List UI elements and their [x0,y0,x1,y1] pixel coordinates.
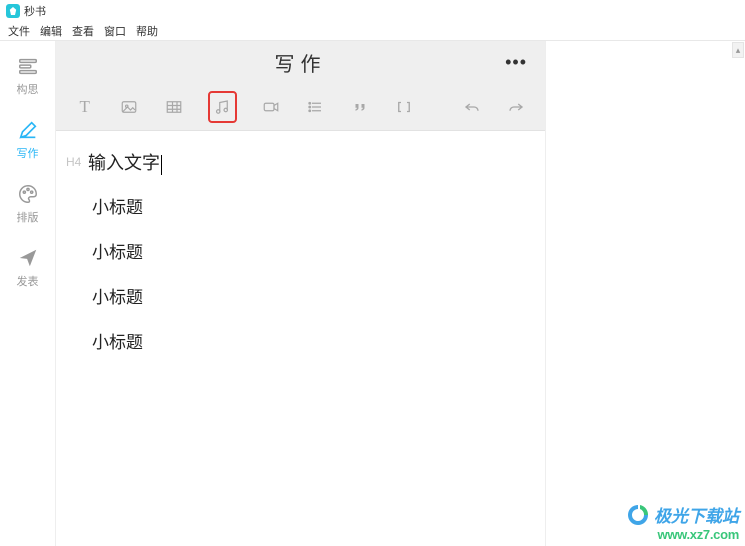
content-subline[interactable]: 小标题 [92,193,535,218]
toolbar-music-button[interactable] [208,91,238,123]
app-logo-icon [6,4,20,18]
outline-icon [17,55,39,77]
editor-content[interactable]: H4 输入文字 小标题 小标题 小标题 小标题 [56,131,545,391]
menu-window[interactable]: 窗口 [104,23,126,39]
text-cursor [161,155,162,175]
video-icon [262,98,280,116]
content-first-text[interactable]: 输入文字 [88,149,162,175]
app-body: 构思 写作 排版 发表 写作 ••• T [0,40,745,546]
watermark-title: 极光下载站 [654,502,739,527]
editor-toolbar: T [56,83,545,131]
content-subline[interactable]: 小标题 [92,283,535,308]
editor-header: 写作 ••• [56,41,545,83]
h4-badge: H4 [66,155,82,169]
palette-icon [17,183,39,205]
more-button[interactable]: ••• [505,52,527,73]
sidebar-item-label: 排版 [17,209,39,225]
content-subline[interactable]: 小标题 [92,238,535,263]
toolbar-video-button[interactable] [260,94,282,120]
sidebar-item-write[interactable]: 写作 [17,119,39,161]
menu-file[interactable]: 文件 [8,23,30,39]
send-icon [17,247,39,269]
sidebar-item-layout[interactable]: 排版 [17,183,39,225]
toolbar-bracket-button[interactable] [394,94,416,120]
undo-icon [463,98,481,116]
watermark-logo-icon [626,503,650,527]
music-icon [213,98,231,116]
table-icon [165,98,183,116]
sidebar-item-label: 写作 [17,145,39,161]
toolbar-text-button[interactable]: T [74,94,96,120]
sidebar-item-idea[interactable]: 构思 [17,55,39,97]
toolbar-quote-button[interactable] [349,94,371,120]
redo-icon [507,98,525,116]
quote-icon [351,98,369,116]
menu-edit[interactable]: 编辑 [40,23,62,39]
pencil-icon [17,119,39,141]
toolbar-redo-button[interactable] [506,94,528,120]
menu-help[interactable]: 帮助 [136,23,158,39]
watermark: 极光下载站 www.xz7.com [626,502,739,542]
content-subline[interactable]: 小标题 [92,328,535,353]
menu-view[interactable]: 查看 [72,23,94,39]
sidebar-item-label: 发表 [17,273,39,289]
toolbar-list-button[interactable] [305,94,327,120]
editor-title: 写作 [275,48,327,77]
toolbar-undo-button[interactable] [461,94,483,120]
main-area: 写作 ••• T [56,41,745,546]
sidebar-item-label: 构思 [17,81,39,97]
right-pane: ▴ 极光下载站 www.xz7.com [546,41,745,546]
toolbar-image-button[interactable] [119,94,141,120]
image-icon [120,98,138,116]
scroll-up-icon[interactable]: ▴ [732,42,744,58]
sidebar-item-publish[interactable]: 发表 [17,247,39,289]
title-bar: 秒书 [0,0,745,22]
editor-pane: 写作 ••• T [56,41,546,546]
list-icon [306,98,324,116]
watermark-url: www.xz7.com [626,527,739,542]
app-name: 秒书 [24,3,46,19]
bracket-icon [395,98,413,116]
sidebar: 构思 写作 排版 发表 [0,41,56,546]
menu-bar: 文件 编辑 查看 窗口 帮助 [0,22,745,40]
toolbar-table-button[interactable] [163,94,185,120]
content-line-h4[interactable]: H4 输入文字 [66,149,535,175]
